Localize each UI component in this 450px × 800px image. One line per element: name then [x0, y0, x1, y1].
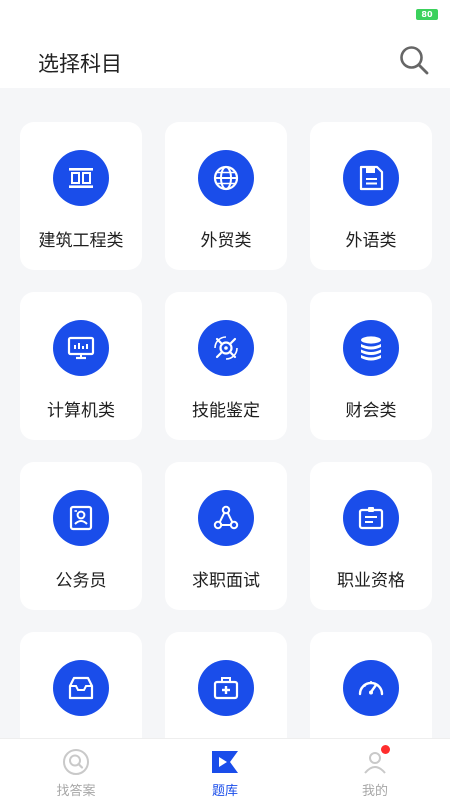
search-icon	[400, 46, 429, 75]
category-icon-circle	[343, 150, 399, 206]
category-icon-circle	[198, 660, 254, 716]
speedometer-icon	[358, 681, 384, 696]
category-label: 建筑工程类	[38, 231, 124, 251]
skill-check-icon	[214, 336, 238, 360]
category-icon-circle	[343, 320, 399, 376]
category-label: 求职面试	[192, 571, 260, 591]
header: 选择科目	[0, 30, 450, 88]
globe-icon	[213, 165, 239, 191]
monitor-icon	[67, 336, 95, 360]
category-label: 外语类	[345, 231, 397, 251]
tab-label: 找答案	[56, 784, 96, 799]
notification-badge	[381, 745, 390, 754]
category-icon-circle	[53, 150, 109, 206]
battery-indicator: 80	[416, 9, 438, 20]
category-card-skill-appraisal[interactable]: 技能鉴定	[165, 292, 287, 440]
status-bar: 80	[0, 0, 450, 30]
category-label: 职业资格	[337, 571, 405, 591]
category-icon-circle	[343, 660, 399, 716]
category-icon-circle	[53, 660, 109, 716]
category-card-foreign-trade[interactable]: 外贸类	[165, 122, 287, 270]
network-icon	[213, 505, 239, 530]
tab-label: 我的	[361, 784, 388, 799]
category-grid: 建筑工程类 外贸类 外语类 计算机类 技能鉴定 财会类 公务员 求职面试 职业资…	[20, 122, 432, 780]
page-title: 选择科目	[38, 52, 122, 76]
category-card-qualification[interactable]: 职业资格	[310, 462, 432, 610]
category-label: 外贸类	[200, 231, 252, 251]
tab-mine[interactable]: 我的	[330, 745, 420, 800]
bottom-tab-bar: 找答案 题库 我的	[0, 738, 450, 800]
certificate-icon	[358, 507, 384, 530]
category-card-computer[interactable]: 计算机类	[20, 292, 142, 440]
category-icon-circle	[198, 320, 254, 376]
inbox-icon	[68, 676, 94, 700]
category-label: 技能鉴定	[192, 401, 260, 421]
floppy-disk-icon	[359, 165, 384, 191]
category-icon-circle	[343, 490, 399, 546]
category-icon-circle	[198, 150, 254, 206]
category-icon-circle	[198, 490, 254, 546]
coin-stack-icon	[361, 336, 381, 361]
tab-find-answer[interactable]: 找答案	[31, 747, 121, 800]
category-card-job-interview[interactable]: 求职面试	[165, 462, 287, 610]
tab-question-bank[interactable]: 题库	[180, 747, 270, 800]
category-icon-circle	[53, 490, 109, 546]
category-card-accounting[interactable]: 财会类	[310, 292, 432, 440]
category-label: 计算机类	[47, 401, 115, 421]
search-icon	[63, 749, 89, 775]
category-card-civil-servant[interactable]: 公务员	[20, 462, 142, 610]
play-flag-icon	[212, 751, 238, 773]
id-card-icon	[69, 505, 93, 531]
building-icon	[69, 168, 93, 188]
category-card-foreign-language[interactable]: 外语类	[310, 122, 432, 270]
category-label: 财会类	[345, 401, 397, 421]
medical-kit-icon	[213, 677, 239, 700]
category-icon-circle	[53, 320, 109, 376]
search-button[interactable]	[396, 42, 432, 78]
tab-label: 题库	[211, 784, 238, 799]
category-label: 公务员	[55, 571, 107, 591]
category-card-building[interactable]: 建筑工程类	[20, 122, 142, 270]
